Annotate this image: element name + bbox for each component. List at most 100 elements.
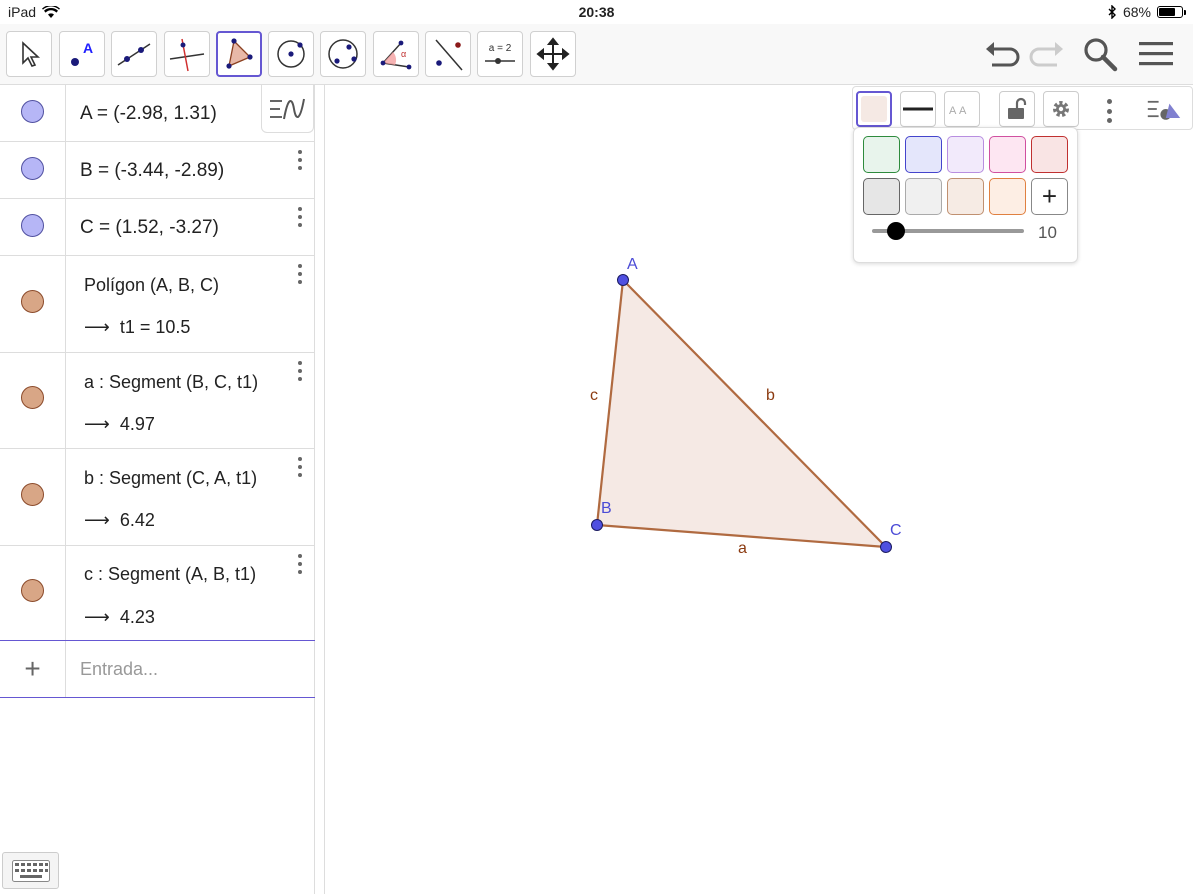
more-options-icon[interactable] — [297, 457, 303, 477]
visibility-toggle[interactable] — [21, 157, 44, 180]
color-swatch[interactable] — [863, 136, 900, 173]
visibility-marker-cell — [0, 199, 66, 255]
algebra-row-polygon[interactable]: Polígon (A, B, C) ⟶ t1 = 10.5 — [0, 256, 315, 353]
visibility-marker-cell — [0, 449, 66, 545]
color-swatch[interactable] — [863, 178, 900, 215]
redo-button[interactable] — [1027, 34, 1067, 74]
color-swatch[interactable] — [1031, 136, 1068, 173]
reflect-line-icon — [435, 39, 463, 71]
color-swatch[interactable] — [905, 136, 942, 173]
algebra-definition: Polígon (A, B, C) — [84, 275, 220, 295]
visibility-toggle[interactable] — [21, 100, 44, 123]
polygon-tool[interactable] — [216, 31, 262, 77]
more-options-icon[interactable] — [297, 207, 303, 227]
algebra-input[interactable]: Entrada... — [80, 659, 158, 680]
color-swatch[interactable] — [989, 136, 1026, 173]
search-button[interactable] — [1080, 34, 1120, 74]
clock: 20:38 — [578, 4, 615, 20]
algebra-row-B[interactable]: B = (-3.44, -2.89) — [0, 142, 315, 199]
search-icon — [1084, 38, 1118, 72]
circle-three-points-icon — [328, 39, 358, 69]
algebra-definition: b : Segment (C, A, t1) — [84, 468, 258, 488]
gear-icon — [1053, 101, 1069, 117]
graphics-style-toggle-button[interactable] — [1146, 91, 1182, 127]
panel-divider[interactable] — [315, 85, 325, 894]
more-options-icon[interactable] — [297, 361, 303, 381]
more-options-icon[interactable] — [1106, 99, 1112, 123]
visibility-toggle[interactable] — [21, 579, 44, 602]
output-arrow-icon: ⟶ — [84, 414, 110, 434]
slider-knob[interactable] — [887, 222, 906, 240]
battery-icon — [1157, 6, 1186, 18]
algebra-definition: a : Segment (B, C, t1) — [84, 372, 259, 392]
line-style-icon — [903, 107, 933, 111]
undo-button[interactable] — [982, 34, 1022, 74]
algebra-row-segment-b[interactable]: b : Segment (C, A, t1) ⟶ 6.42 — [0, 449, 315, 546]
angle-tool[interactable]: α — [373, 31, 419, 77]
polygon-t1[interactable] — [597, 280, 886, 547]
color-swatch[interactable] — [989, 178, 1026, 215]
label-point-B: B — [601, 500, 612, 517]
opacity-slider[interactable] — [872, 222, 1024, 240]
svg-text:a = 2: a = 2 — [489, 43, 512, 54]
line-tool[interactable] — [111, 31, 157, 77]
color-swatch[interactable] — [947, 178, 984, 215]
algebra-input-row[interactable]: + Entrada... — [0, 640, 315, 698]
algebra-row-segment-c[interactable]: c : Segment (A, B, t1) ⟶ 4.23 — [0, 546, 315, 640]
algebra-row-C[interactable]: C = (1.52, -3.27) — [0, 199, 315, 256]
move-graphics-tool[interactable] — [530, 31, 576, 77]
label-style-button[interactable]: AA — [944, 91, 980, 127]
keyboard-icon — [11, 859, 50, 882]
svg-text:A: A — [959, 105, 967, 116]
add-custom-color-button[interactable]: + — [1031, 178, 1068, 215]
menu-button[interactable] — [1136, 34, 1176, 74]
unlock-icon — [1008, 97, 1027, 119]
color-swatch[interactable] — [947, 136, 984, 173]
algebra-style-toggle-button[interactable] — [261, 85, 314, 133]
visibility-toggle[interactable] — [21, 386, 44, 409]
visibility-marker-cell — [0, 353, 66, 448]
visibility-toggle[interactable] — [21, 290, 44, 313]
color-swatch[interactable] — [905, 178, 942, 215]
algebra-row-segment-a[interactable]: a : Segment (B, C, t1) ⟶ 4.97 — [0, 353, 315, 449]
more-options-icon[interactable] — [297, 554, 303, 574]
move-tool[interactable] — [6, 31, 52, 77]
svg-text:A: A — [83, 40, 93, 56]
fix-object-button[interactable] — [999, 91, 1035, 127]
algebra-output: ⟶ 4.23 — [84, 607, 155, 628]
point-C[interactable] — [880, 541, 892, 553]
line-style-button[interactable] — [900, 91, 936, 127]
point-icon: A — [71, 40, 93, 66]
visibility-marker-cell — [0, 546, 66, 640]
perpendicular-tool[interactable] — [164, 31, 210, 77]
visibility-toggle[interactable] — [21, 214, 44, 237]
undo-icon — [986, 42, 1020, 67]
point-A[interactable] — [617, 274, 629, 286]
label-point-A: A — [627, 256, 638, 273]
circle-three-points-tool[interactable] — [320, 31, 366, 77]
point-tool[interactable]: A — [59, 31, 105, 77]
visibility-marker-cell — [0, 85, 66, 141]
label-point-C: C — [890, 522, 902, 539]
battery-percent: 68% — [1122, 4, 1151, 20]
algebra-definition: A = (-2.98, 1.31) — [80, 103, 217, 124]
add-icon[interactable]: + — [0, 641, 66, 697]
algebra-output: ⟶ 6.42 — [84, 510, 155, 531]
more-options-icon[interactable] — [297, 150, 303, 170]
keyboard-button[interactable] — [2, 852, 59, 889]
more-options-icon[interactable] — [297, 264, 303, 284]
output-arrow-icon: ⟶ — [84, 510, 110, 530]
output-value: 4.23 — [119, 607, 155, 627]
label-segment-c: c — [590, 387, 598, 404]
properties-button[interactable] — [1043, 91, 1079, 127]
color-button[interactable] — [856, 91, 892, 127]
slider-tool[interactable]: a = 2 — [477, 31, 523, 77]
reflect-tool[interactable] — [425, 31, 471, 77]
style-bar: AA — [852, 86, 1193, 130]
circle-center-tool[interactable] — [268, 31, 314, 77]
visibility-toggle[interactable] — [21, 483, 44, 506]
point-B[interactable] — [591, 519, 603, 531]
algebra-settings-icon — [269, 98, 305, 119]
status-bar: iPad 20:38 68% — [0, 0, 1193, 24]
algebra-output: ⟶ t1 = 10.5 — [84, 317, 190, 338]
